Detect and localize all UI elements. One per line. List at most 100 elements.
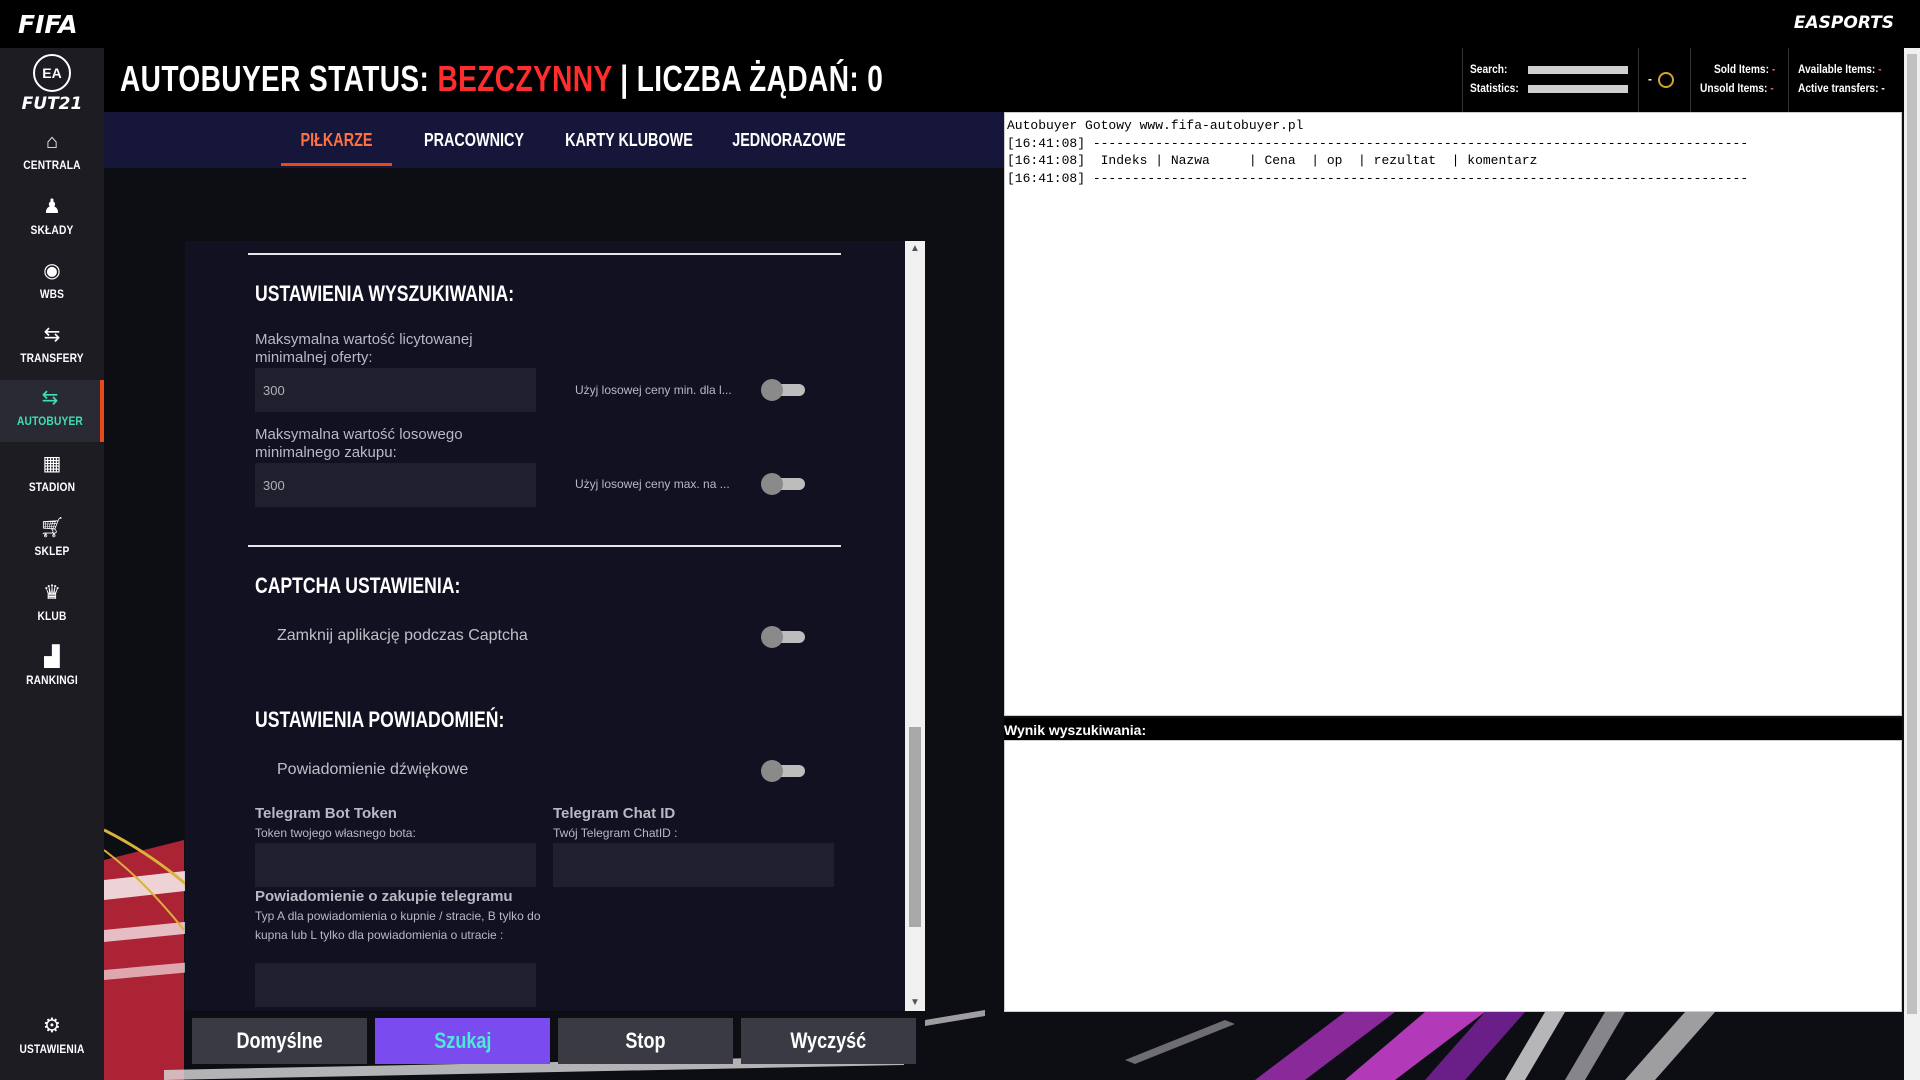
sidebar-item-centrala[interactable]: ⌂ CENTRALA bbox=[0, 124, 104, 186]
autobuyer-status: AUTOBUYER STATUS: BEZCZYNNY | LICZBA ŻĄD… bbox=[120, 58, 883, 100]
settings-scrollbar[interactable]: ▲ ▼ bbox=[905, 241, 925, 1011]
log-line: [16:41:08] Indeks | Nazwa | Cena | op | … bbox=[1007, 153, 1538, 168]
scrollbar-thumb[interactable] bbox=[909, 727, 921, 927]
random-max-price-label: Użyj losowej ceny max. na ... bbox=[575, 477, 730, 491]
search-button-label: Szukaj bbox=[433, 1028, 492, 1053]
status-prefix: AUTOBUYER STATUS: bbox=[120, 58, 438, 99]
sold-items: Sold Items: - bbox=[1714, 62, 1775, 76]
close-on-captcha-label: Zamknij aplikację podczas Captcha bbox=[277, 627, 528, 644]
tab-pilkarze[interactable]: PIŁKARZE bbox=[292, 112, 381, 168]
sidebar-item-label: KLUB bbox=[37, 609, 67, 623]
sidebar-item-label: SKLEP bbox=[34, 544, 70, 558]
coins-value: - bbox=[1648, 72, 1652, 86]
captcha-settings-title: CAPTCHA USTAWIENIA: bbox=[255, 573, 461, 598]
sidebar-item-label: USTAWIENIA bbox=[19, 1042, 85, 1056]
status-value: BEZCZYNNY bbox=[437, 58, 613, 99]
active-transfers: Active transfers: - bbox=[1798, 81, 1885, 95]
top-bar: FIFA EASPORTS bbox=[0, 0, 1920, 48]
search-stat-label: Search: bbox=[1470, 62, 1508, 76]
statistics-stat-label: Statistics: bbox=[1470, 81, 1519, 95]
telegram-purchase-label: Powiadomienie o zakupie telegramu bbox=[255, 888, 513, 905]
page-scrollbar-thumb[interactable] bbox=[1907, 54, 1917, 1014]
fifa-logo: FIFA bbox=[18, 10, 78, 39]
sound-notification-label: Powiadomienie dźwiękowe bbox=[277, 761, 469, 778]
squad-icon: ♟ bbox=[43, 196, 61, 218]
sidebar-item-stadion[interactable]: ▦ STADION bbox=[0, 446, 104, 508]
sidebar-item-label: AUTOBUYER bbox=[17, 414, 83, 428]
min-buy-label: Maksymalna wartość losowego minimalnego … bbox=[255, 426, 463, 461]
sidebar-item-sklady[interactable]: ♟ SKŁADY bbox=[0, 189, 104, 251]
leaderboard-icon: ▟ bbox=[44, 646, 60, 668]
log-line: [16:41:08] -----------------------------… bbox=[1007, 170, 1749, 186]
search-results-output[interactable] bbox=[1004, 740, 1902, 1012]
telegram-bot-token-input[interactable] bbox=[255, 843, 536, 887]
sound-notification-toggle[interactable] bbox=[761, 760, 807, 782]
available-items-label: Available Items: bbox=[1798, 62, 1876, 76]
fut21-title: FUT21 bbox=[21, 94, 83, 114]
log-output[interactable]: Autobuyer Gotowy www.fifa-autobuyer.pl [1… bbox=[1004, 112, 1902, 716]
stop-button[interactable]: Stop bbox=[558, 1018, 733, 1064]
statistics-progress-bar bbox=[1528, 85, 1628, 93]
sidebar-item-klub[interactable]: ♛ KLUB bbox=[0, 575, 104, 637]
notification-settings-title: USTAWIENIA POWIADOMIEŃ: bbox=[255, 707, 505, 732]
min-buy-input[interactable] bbox=[255, 463, 536, 507]
close-on-captcha-toggle[interactable] bbox=[761, 626, 807, 648]
sold-items-value: - bbox=[1771, 62, 1776, 76]
page-scrollbar[interactable] bbox=[1904, 48, 1920, 1080]
stadium-icon: ▦ bbox=[42, 453, 62, 475]
telegram-chat-id-label: Telegram Chat ID bbox=[553, 805, 676, 822]
telegram-bot-token-label: Telegram Bot Token bbox=[255, 805, 397, 822]
sidebar-item-rankingi[interactable]: ▟ RANKINGI bbox=[0, 639, 104, 701]
telegram-chat-id-sublabel: Twój Telegram ChatID : bbox=[553, 826, 678, 840]
coin-icon bbox=[1658, 72, 1674, 88]
ea-badge-icon: EA bbox=[33, 54, 71, 92]
random-min-price-toggle[interactable] bbox=[761, 379, 807, 401]
autobuyer-arrows-icon: ⇆ bbox=[41, 387, 59, 409]
tab-pracownicy[interactable]: PRACOWNICY bbox=[418, 112, 530, 168]
search-results-title: Wynik wyszukiwania: bbox=[1004, 718, 1902, 740]
clear-button-label: Wyczyść bbox=[790, 1028, 867, 1053]
tab-jednorazowe[interactable]: JEDNORAZOWE bbox=[721, 112, 857, 168]
stats-panel: Search: Statistics: - Sold Items: - Unso… bbox=[1462, 48, 1906, 112]
unsold-items-label: Unsold Items: bbox=[1700, 81, 1768, 95]
stop-button-label: Stop bbox=[625, 1028, 666, 1053]
active-tab-indicator bbox=[281, 163, 392, 166]
sidebar-item-ustawienia[interactable]: ⚙ USTAWIENIA bbox=[0, 1008, 104, 1070]
random-max-price-toggle[interactable] bbox=[761, 473, 807, 495]
search-progress-bar bbox=[1528, 66, 1628, 74]
settings-panel: USTAWIENIA WYSZUKIWANIA: Maksymalna wart… bbox=[185, 241, 925, 1011]
log-line: [16:41:08] -----------------------------… bbox=[1007, 135, 1749, 151]
sidebar-item-transfery[interactable]: ⇆ TRANSFERY bbox=[0, 317, 104, 379]
sidebar: EA FUT21 ⌂ CENTRALA ♟ SKŁADY ◉ WBS ⇆ TRA… bbox=[0, 48, 104, 1080]
default-button[interactable]: Domyślne bbox=[192, 1018, 367, 1064]
home-icon: ⌂ bbox=[45, 131, 59, 153]
available-items-value: - bbox=[1878, 62, 1882, 76]
default-button-label: Domyślne bbox=[236, 1028, 323, 1053]
unsold-items-value: - bbox=[1770, 81, 1774, 95]
clear-button[interactable]: Wyczyść bbox=[741, 1018, 916, 1064]
telegram-purchase-input[interactable] bbox=[255, 963, 536, 1007]
ball-icon: ◉ bbox=[43, 260, 61, 282]
gear-icon: ⚙ bbox=[43, 1015, 61, 1037]
active-transfers-value: - bbox=[1881, 81, 1885, 95]
sidebar-item-label: WBS bbox=[39, 287, 65, 301]
divider bbox=[248, 545, 841, 547]
telegram-chat-id-input[interactable] bbox=[553, 843, 834, 887]
sidebar-item-wbs[interactable]: ◉ WBS bbox=[0, 253, 104, 315]
club-icon: ♛ bbox=[43, 582, 61, 604]
min-bid-label: Maksymalna wartość licytowanej minimalne… bbox=[255, 331, 473, 366]
scroll-up-icon[interactable]: ▲ bbox=[909, 243, 921, 255]
telegram-purchase-sublabel: Typ A dla powiadomienia o kupnie / strac… bbox=[255, 909, 541, 942]
sidebar-item-label: STADION bbox=[28, 480, 76, 494]
search-button[interactable]: Szukaj bbox=[375, 1018, 550, 1064]
sold-items-label: Sold Items: bbox=[1714, 62, 1769, 76]
transfer-arrows-icon: ⇆ bbox=[43, 324, 61, 346]
sidebar-item-label: TRANSFERY bbox=[20, 351, 84, 365]
random-min-price-label: Użyj losowej ceny min. dla l... bbox=[575, 383, 732, 397]
min-bid-input[interactable] bbox=[255, 368, 536, 412]
tab-karty-klubowe[interactable]: KARTY KLUBOWE bbox=[561, 112, 697, 168]
sidebar-item-autobuyer[interactable]: ⇆ AUTOBUYER bbox=[0, 380, 104, 442]
fut21-logo: EA FUT21 bbox=[0, 54, 104, 118]
scroll-down-icon[interactable]: ▼ bbox=[909, 997, 921, 1009]
sidebar-item-sklep[interactable]: 🛒︎ SKLEP bbox=[0, 510, 104, 572]
